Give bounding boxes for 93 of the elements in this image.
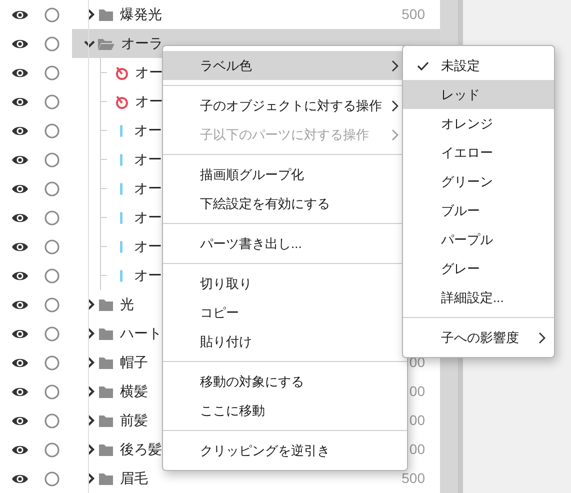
folder-icon <box>98 356 114 370</box>
folder-icon <box>98 8 114 22</box>
layer-name: オー <box>134 208 162 227</box>
open-folder-icon <box>97 36 115 50</box>
layer-name: オーラ <box>121 34 163 53</box>
circle-icon[interactable] <box>44 296 60 312</box>
check-icon <box>417 60 429 70</box>
layer-name: オー <box>134 266 162 285</box>
circle-icon[interactable] <box>44 268 60 284</box>
circle-icon[interactable] <box>44 354 60 370</box>
layer-name: 帽子 <box>120 353 148 372</box>
opacity-value: 500 <box>402 5 426 24</box>
chevron-right-icon <box>391 100 399 112</box>
menu-item[interactable]: グレー <box>403 254 554 283</box>
chevron-right-icon[interactable] <box>87 444 95 455</box>
eye-icon[interactable] <box>11 356 29 368</box>
chevron-right-icon <box>391 60 399 72</box>
menu-item[interactable]: ここに移動 <box>163 396 407 425</box>
layer-name: 爆発光 <box>120 5 162 24</box>
circle-icon[interactable] <box>44 180 60 196</box>
menu-item[interactable]: パープル <box>403 225 554 254</box>
eye-icon[interactable] <box>11 444 29 456</box>
eye-icon[interactable] <box>11 298 29 310</box>
circle-icon[interactable] <box>44 152 60 168</box>
circle-icon[interactable] <box>44 384 60 400</box>
eye-icon[interactable] <box>11 386 29 398</box>
circle-icon[interactable] <box>44 36 60 52</box>
eye-icon[interactable] <box>11 38 29 50</box>
menu-item[interactable]: 詳細設定... <box>403 283 554 312</box>
opacity-value: 00 <box>409 440 426 459</box>
folder-icon <box>98 384 114 398</box>
menu-item[interactable]: オレンジ <box>403 109 554 138</box>
menu-item[interactable]: レッド <box>403 80 554 109</box>
chevron-right-icon[interactable] <box>87 386 95 397</box>
chevron-right-icon[interactable] <box>87 357 95 368</box>
eye-icon[interactable] <box>11 124 29 136</box>
eye-icon[interactable] <box>11 66 29 78</box>
ring-icon <box>115 94 129 108</box>
chevron-right-icon[interactable] <box>87 9 95 20</box>
layer-name: 後ろ髪 <box>120 440 162 459</box>
circle-icon[interactable] <box>44 470 60 486</box>
layer-name: 光 <box>120 295 134 314</box>
layer-name: オー <box>135 63 163 82</box>
eye-icon[interactable] <box>11 414 29 426</box>
eye-icon[interactable] <box>11 154 29 166</box>
ring-icon <box>115 66 129 80</box>
menu-item[interactable]: イエロー <box>403 138 554 167</box>
circle-icon[interactable] <box>44 94 60 110</box>
folder-icon <box>98 442 114 456</box>
menu-item[interactable]: クリッピングを逆引き <box>163 436 407 465</box>
folder-icon <box>98 472 114 486</box>
opacity-value: 00 <box>409 411 426 430</box>
chevron-right-icon[interactable] <box>87 473 95 484</box>
eye-icon[interactable] <box>11 8 29 20</box>
layer-name: 前髪 <box>120 411 148 430</box>
chevron-right-icon[interactable] <box>87 415 95 426</box>
eye-icon[interactable] <box>11 270 29 282</box>
circle-icon[interactable] <box>44 412 60 428</box>
layer-name: 眉毛 <box>120 469 148 488</box>
chevron-right-icon <box>391 128 399 140</box>
opacity-value: 00 <box>409 382 426 401</box>
circle-icon[interactable] <box>44 326 60 342</box>
circle-icon[interactable] <box>44 64 60 80</box>
chevron-right-icon[interactable] <box>87 299 95 310</box>
eye-icon[interactable] <box>11 328 29 340</box>
chevron-right-icon <box>538 332 546 344</box>
opacity-value: 500 <box>402 469 426 488</box>
menu-item[interactable]: 移動の対象にする <box>163 367 407 396</box>
menu-item[interactable]: 子への影響度 <box>403 323 554 352</box>
folder-icon <box>98 298 114 312</box>
circle-icon[interactable] <box>44 238 60 254</box>
circle-icon[interactable] <box>44 6 60 22</box>
folder-icon <box>98 326 114 340</box>
eye-icon[interactable] <box>11 240 29 252</box>
eye-icon[interactable] <box>11 472 29 484</box>
circle-icon[interactable] <box>44 210 60 226</box>
eye-icon[interactable] <box>11 182 29 194</box>
eye-icon[interactable] <box>11 96 29 108</box>
folder-icon <box>98 414 114 428</box>
menu-item[interactable]: グリーン <box>403 167 554 196</box>
layer-name: ハート <box>120 324 162 343</box>
menu-item[interactable]: ブルー <box>403 196 554 225</box>
eye-icon[interactable] <box>11 212 29 224</box>
layer-name: オー <box>134 150 162 169</box>
chevron-down-icon[interactable] <box>84 40 95 48</box>
layer-name: オー <box>134 179 162 198</box>
layer-name: オー <box>134 121 162 140</box>
layer-name: 横髪 <box>120 382 148 401</box>
circle-icon[interactable] <box>44 122 60 138</box>
layer-name: オー <box>135 92 163 111</box>
circle-icon[interactable] <box>44 442 60 458</box>
chevron-right-icon[interactable] <box>87 328 95 339</box>
layer-name: オー <box>134 237 162 256</box>
